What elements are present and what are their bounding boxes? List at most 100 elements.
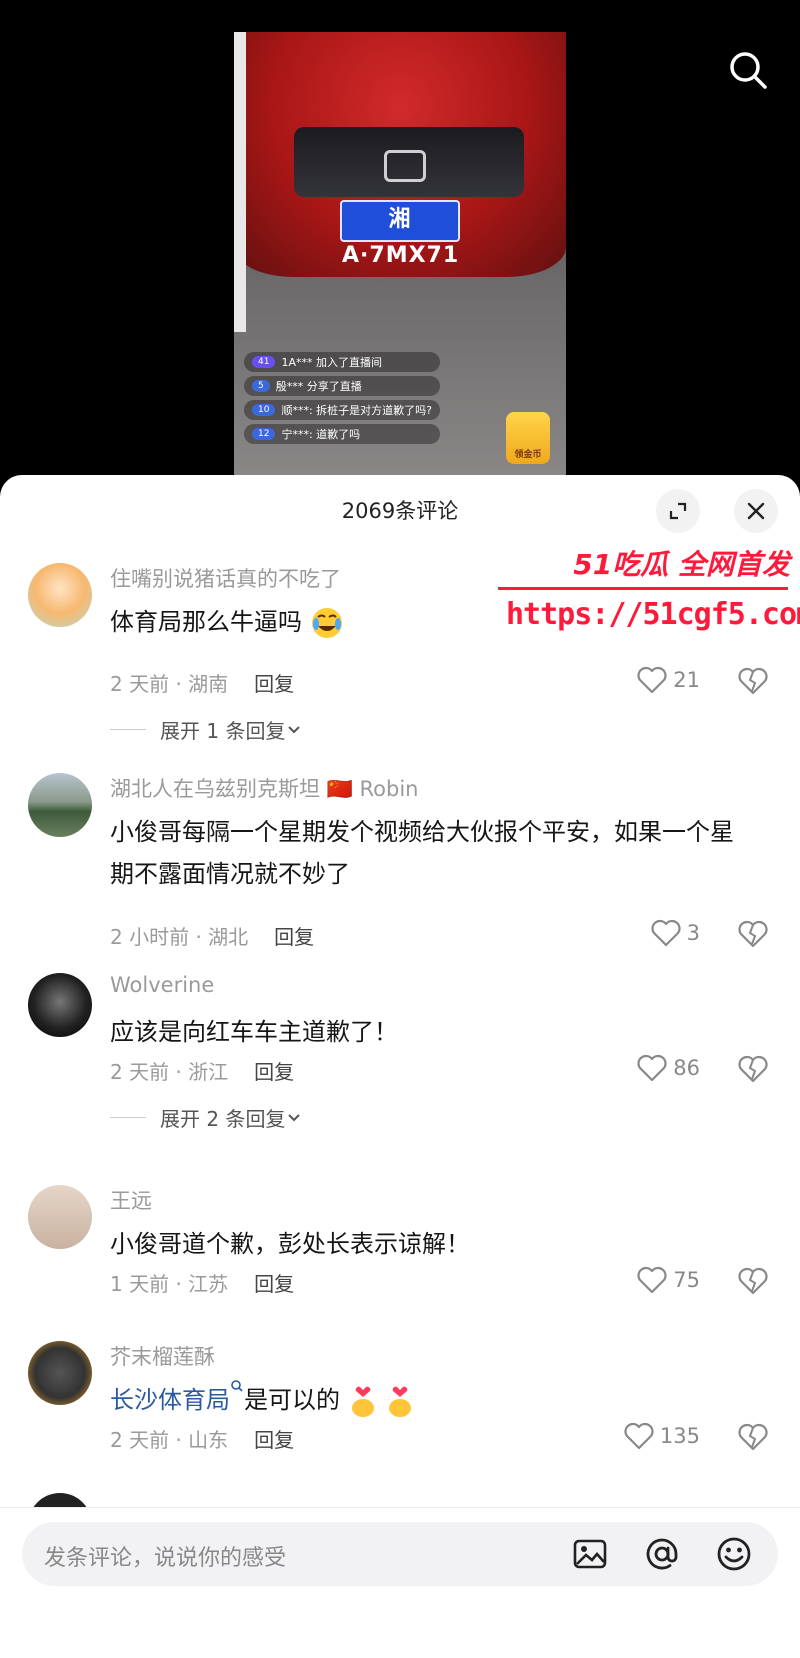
comment-username[interactable]: 住嘴别说猪话真的不吃了 (110, 563, 341, 593)
comment-sheet: 2069条评论 51吃瓜 全网首发 https://51cgf5.com 住嘴别… (0, 475, 800, 1657)
video-player[interactable]: 湘A·7MX71 41 1A*** 加入了直播间 5 殷*** 分享了直播 10… (0, 0, 800, 480)
live-message-text: 殷*** 分享了直播 (275, 380, 362, 393)
comment-time-location: 2 天前 · 浙江 (110, 1060, 229, 1084)
expand-icon (669, 502, 687, 520)
search-icon (231, 1380, 243, 1392)
comment-meta: 2 小时前 · 湖北 回复 (110, 921, 314, 950)
emoji-smiley-icon[interactable] (714, 1534, 754, 1574)
fan-level-badge: 41 (252, 356, 276, 368)
like-button[interactable]: 3 (651, 919, 700, 947)
comment-item: 芥末榴莲酥 长沙体育局 是可以的 2 天前 · 山东 回复 135 (0, 1341, 800, 1471)
expand-replies-label: 展开 1 条回复 (160, 719, 286, 743)
comment-time-location: 2 天前 · 湖南 (110, 672, 229, 696)
comment-username[interactable]: 湖北人在乌兹别克斯坦 🇨🇳 Robin (110, 773, 418, 803)
like-button[interactable]: 75 (637, 1266, 700, 1294)
reply-button[interactable]: 回复 (254, 672, 294, 696)
avatar[interactable] (28, 1185, 92, 1249)
comment-text: 小俊哥每隔一个星期发个视频给大伙报个平安，如果一个星期不露面情况就不妙了 (110, 818, 734, 888)
close-button[interactable] (734, 489, 778, 533)
live-message: 41 1A*** 加入了直播间 (244, 352, 440, 372)
expand-replies-button[interactable]: 展开 1 条回复 (110, 715, 303, 744)
broken-heart-icon[interactable] (738, 920, 768, 948)
comment-input-bar: 发条评论，说说你的感受 (0, 1507, 800, 1658)
like-count: 135 (659, 1424, 700, 1448)
divider-dash (110, 1117, 146, 1118)
reply-button[interactable]: 回复 (274, 925, 314, 949)
heart-hands-emoji-icon (351, 1386, 374, 1417)
heart-icon (651, 919, 681, 947)
heart-icon (637, 1266, 667, 1294)
chevron-down-icon (288, 725, 301, 733)
comment-meta: 2 天前 · 浙江 回复 (110, 1056, 294, 1085)
mention-link[interactable]: 长沙体育局 (110, 1386, 230, 1414)
comment-meta: 2 天前 · 湖南 回复 (110, 668, 294, 697)
live-message-text: 1A*** 加入了直播间 (281, 356, 382, 369)
avatar[interactable] (28, 973, 92, 1037)
fan-level-badge: 10 (252, 404, 276, 416)
fan-level-badge: 12 (252, 428, 276, 440)
comment-meta: 2 天前 · 山东 回复 (110, 1424, 294, 1453)
broken-heart-icon[interactable] (738, 1423, 768, 1451)
reply-button[interactable]: 回复 (254, 1060, 294, 1084)
heart-icon (624, 1422, 654, 1450)
live-message-text: 顺***: 拆桩子是对方道歉了吗? (281, 404, 432, 417)
car-logo (384, 150, 426, 182)
live-message: 10 顺***: 拆桩子是对方道歉了吗? (244, 400, 440, 420)
like-count: 86 (673, 1056, 700, 1080)
gold-coin-label: 领金币 (514, 450, 542, 460)
expand-replies-button[interactable]: 展开 2 条回复 (110, 1103, 303, 1132)
live-message: 12 宁***: 道歉了吗 (244, 424, 440, 444)
pole-image (234, 32, 246, 332)
comment-text: 长沙体育局 是可以的 (110, 1379, 750, 1421)
like-count: 21 (673, 668, 700, 692)
broken-heart-icon[interactable] (738, 667, 768, 695)
comment-item: Wolverine 应该是向红车车主道歉了！ 2 天前 · 浙江 回复 86 展开… (0, 973, 800, 1133)
license-plate: 湘A·7MX71 (340, 200, 460, 268)
comment-username[interactable]: Wolverine (110, 973, 214, 997)
avatar[interactable] (28, 773, 92, 837)
search-icon[interactable] (726, 48, 770, 92)
crying-laughing-emoji-icon (311, 608, 342, 638)
like-button[interactable]: 135 (624, 1422, 700, 1450)
comment-item: 湖北人在乌兹别克斯坦 🇨🇳 Robin 小俊哥每隔一个星期发个视频给大伙报个平安… (0, 773, 800, 949)
image-icon[interactable] (570, 1534, 610, 1574)
expand-button[interactable] (656, 489, 700, 533)
comment-text-body: 体育局那么牛逼吗 (110, 608, 302, 636)
gold-coin-button[interactable]: 领金币 (506, 412, 550, 464)
heart-icon (637, 666, 667, 694)
comment-meta: 1 天前 · 江苏 回复 (110, 1268, 294, 1297)
chevron-down-icon (288, 1113, 301, 1121)
comment-time-location: 2 小时前 · 湖北 (110, 925, 249, 949)
live-message: 5 殷*** 分享了直播 (244, 376, 440, 396)
video-frame[interactable]: 湘A·7MX71 41 1A*** 加入了直播间 5 殷*** 分享了直播 10… (234, 32, 566, 480)
mention-at-icon[interactable] (642, 1534, 682, 1574)
comment-item: 王远 小俊哥道个歉，彭处长表示谅解！ 1 天前 · 江苏 回复 75 (0, 1185, 800, 1315)
heart-icon (637, 1054, 667, 1082)
expand-replies-label: 展开 2 条回复 (160, 1107, 286, 1131)
like-count: 3 (686, 921, 700, 945)
broken-heart-icon[interactable] (738, 1055, 768, 1083)
comment-text: 应该是向红车车主道歉了！ (110, 1018, 398, 1046)
comment-text: 体育局那么牛逼吗 (110, 601, 750, 643)
comment-time-location: 1 天前 · 江苏 (110, 1272, 229, 1296)
live-message-list: 41 1A*** 加入了直播间 5 殷*** 分享了直播 10 顺***: 拆桩… (244, 352, 440, 448)
fan-level-badge: 5 (252, 380, 270, 392)
avatar[interactable] (28, 1341, 92, 1405)
live-message-text: 宁***: 道歉了吗 (281, 428, 361, 441)
comment-input[interactable]: 发条评论，说说你的感受 (22, 1522, 778, 1586)
comment-text: 小俊哥道个歉，彭处长表示谅解！ (110, 1230, 470, 1258)
close-icon (747, 502, 765, 520)
avatar[interactable] (28, 563, 92, 627)
comment-username[interactable]: 芥末榴莲酥 (110, 1341, 215, 1371)
divider-dash (110, 729, 146, 730)
reply-button[interactable]: 回复 (254, 1428, 294, 1452)
comment-text-body: 是可以的 (244, 1386, 340, 1414)
broken-heart-icon[interactable] (738, 1267, 768, 1295)
like-button[interactable]: 21 (637, 666, 700, 694)
reply-button[interactable]: 回复 (254, 1272, 294, 1296)
like-count: 75 (673, 1268, 700, 1292)
like-button[interactable]: 86 (637, 1054, 700, 1082)
comment-time-location: 2 天前 · 山东 (110, 1428, 229, 1452)
comment-input-placeholder: 发条评论，说说你的感受 (44, 1546, 287, 1571)
comment-username[interactable]: 王远 (110, 1185, 152, 1215)
